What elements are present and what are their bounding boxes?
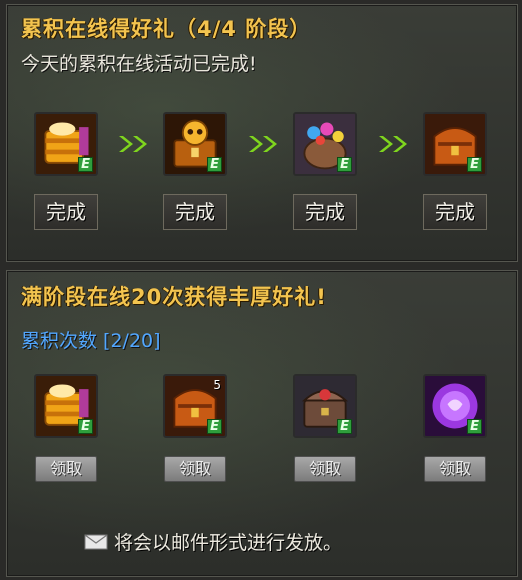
double-chevron-right-icon [119, 136, 147, 152]
golden-skull-chest-icon[interactable]: E [163, 112, 227, 176]
stage-1-complete-button[interactable]: 完成 [34, 194, 98, 230]
treasure-chest-icon[interactable]: E [293, 374, 357, 438]
leather-bag-icon[interactable]: E [423, 112, 487, 176]
mail-notice: 将会以邮件形式进行发放。 [84, 528, 342, 555]
e-badge: E [467, 419, 482, 434]
claim-reward-3-button[interactable]: 领取 [294, 456, 356, 482]
e-badge: E [467, 157, 482, 172]
claim-reward-4-button[interactable]: 领取 [424, 456, 486, 482]
golden-package-icon[interactable]: E [34, 374, 98, 438]
golden-package-icon[interactable]: E [34, 112, 98, 176]
e-badge: E [78, 419, 93, 434]
e-badge: E [207, 157, 222, 172]
mail-notice-text: 将会以邮件形式进行发放。 [114, 532, 343, 554]
double-chevron-right-icon [249, 136, 277, 152]
cumulative-count: 累积次数 [2/20] [21, 330, 161, 352]
item-quantity: 5 [213, 378, 221, 392]
purple-orb-icon[interactable]: E [423, 374, 487, 438]
e-badge: E [337, 157, 352, 172]
stage-3-complete-button[interactable]: 完成 [293, 194, 357, 230]
double-chevron-right-icon [379, 136, 407, 152]
stage-status: 今天的累积在线活动已完成! [21, 53, 257, 75]
e-badge: E [207, 419, 222, 434]
stage-4-complete-button[interactable]: 完成 [423, 194, 487, 230]
gem-pouch-icon[interactable]: E [293, 112, 357, 176]
claim-reward-2-button[interactable]: 领取 [164, 456, 226, 482]
mail-envelope-icon [84, 534, 108, 550]
claim-reward-1-button[interactable]: 领取 [35, 456, 97, 482]
stage-2-complete-button[interactable]: 完成 [163, 194, 227, 230]
stage-title: 累积在线得好礼（4/4 阶段） [21, 17, 312, 41]
e-badge: E [78, 157, 93, 172]
leather-bag-icon[interactable]: 5 E [163, 374, 227, 438]
e-badge: E [337, 419, 352, 434]
cumulative-title: 满阶段在线20次获得丰厚好礼! [21, 285, 327, 309]
